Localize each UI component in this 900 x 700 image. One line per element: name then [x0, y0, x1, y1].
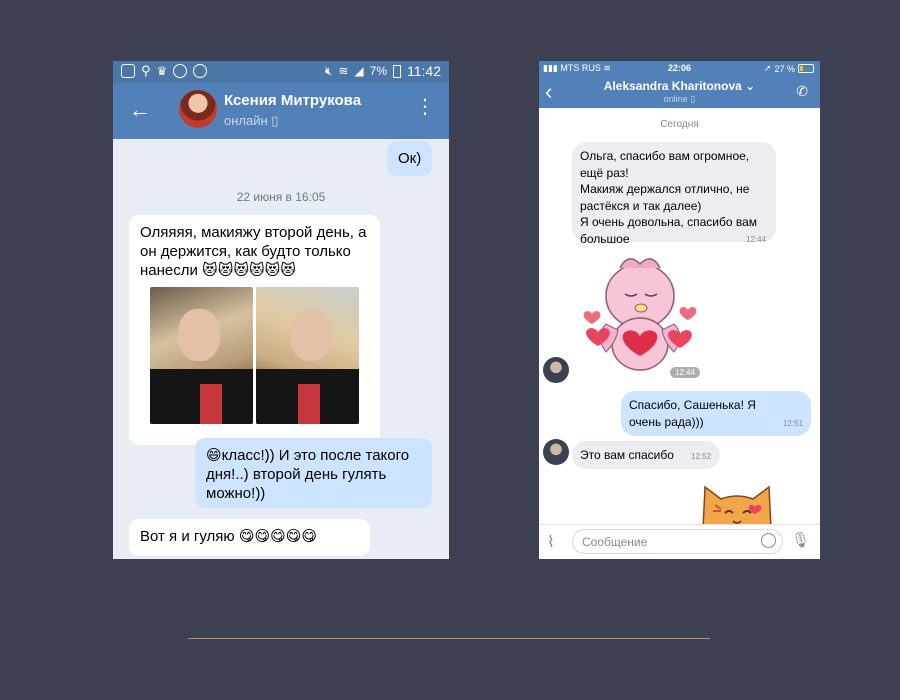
input-placeholder: Сообщение — [582, 535, 648, 549]
location-icon: ➚ — [763, 63, 772, 73]
date-separator: 22 июня в 16:05 — [236, 190, 326, 204]
mobile-icon: ▯ — [690, 94, 696, 104]
mute-icon: 🔇︎ — [324, 63, 333, 78]
instagram-icon — [193, 64, 208, 78]
mobile-icon: ▯ — [271, 113, 279, 128]
sticker-bird-hearts[interactable] — [576, 252, 701, 380]
signal-icon: ◢ — [354, 64, 364, 78]
phone-call-icon[interactable]: ✆ — [796, 83, 808, 100]
contact-status: online ▯ — [663, 94, 696, 104]
battery-icon — [393, 64, 401, 78]
message-time: 12:44 — [746, 235, 767, 244]
date-separator: Сегодня — [660, 119, 699, 130]
message-text: Ольга, спасибо вам огромное, ещё раз! Ма… — [580, 149, 758, 246]
message-incoming[interactable]: Вот я и гуляю 😋😋😋😋😋 — [129, 519, 370, 556]
status-bar: ▮▮▮ MTS RUS ≋ 22:06 ➚ 27 % — [539, 61, 820, 77]
message-text: Это вам спасибо — [580, 448, 674, 462]
message-text: Оляяяя, макияжу второй день, а он держит… — [140, 224, 367, 279]
photo-attachment[interactable] — [150, 287, 253, 424]
battery-percent: 27 % — [774, 63, 795, 74]
instagram-icon — [173, 64, 188, 78]
contact-name[interactable]: Ксения Митрукова — [224, 92, 361, 109]
chat-header: ‹ Aleksandra Kharitonova ⌄ online ▯ ✆ — [539, 77, 820, 108]
more-vertical-icon[interactable]: ⋮ — [415, 97, 435, 117]
avatar[interactable] — [543, 439, 569, 465]
message-input[interactable]: Сообщение — [572, 529, 783, 554]
battery-icon — [798, 64, 814, 73]
message-time: 12:44 — [670, 367, 701, 378]
sticker-cat[interactable] — [697, 477, 777, 529]
chevron-down-icon: ⌄ — [745, 79, 756, 93]
divider-line — [188, 638, 710, 639]
battery-percent: 7% — [369, 64, 387, 78]
back-arrow-icon[interactable]: ← — [129, 97, 151, 123]
message-outgoing[interactable]: Спасибо, Сашенька! Я очень рада))) — [621, 391, 811, 436]
chat-header: ← Ксения Митрукова онлайн ▯ ⋮ — [113, 83, 449, 139]
photo-attachment[interactable] — [256, 287, 359, 424]
message-text: Спасибо, Сашенька! Я очень рада))) — [629, 398, 756, 429]
emoji-icon[interactable] — [761, 533, 776, 548]
message-input-bar: ⌇ Сообщение 🎙︎ — [539, 524, 820, 559]
message-outgoing[interactable]: Ок) — [387, 141, 433, 176]
message-incoming[interactable]: Ольга, спасибо вам огромное, ещё раз! Ма… — [572, 142, 776, 246]
left-phone-screenshot: ⚲ ♛ 🔇︎ ≋ ◢ 7% 11:42 ← Ксения Митрукова о… — [113, 61, 449, 559]
wifi-icon: ≋ — [338, 64, 349, 78]
contact-name[interactable]: Aleksandra Kharitonova ⌄ — [539, 79, 820, 93]
attach-icon[interactable]: ⌇ — [547, 532, 555, 552]
status-time: 11:42 — [407, 63, 441, 79]
avatar[interactable] — [179, 90, 217, 128]
status-bar: ⚲ ♛ 🔇︎ ≋ ◢ 7% 11:42 — [113, 61, 449, 83]
avatar[interactable] — [543, 357, 569, 383]
contact-status: онлайн ▯ — [224, 113, 279, 128]
crown-icon: ♛ — [156, 64, 168, 78]
message-time: 12:52 — [691, 452, 712, 461]
message-time: 12:51 — [783, 419, 804, 428]
notification-icon — [121, 64, 135, 78]
search-icon: ⚲ — [141, 63, 151, 78]
message-outgoing[interactable]: 😄класс!)) И это после такого дня!..) вто… — [195, 438, 432, 508]
microphone-icon[interactable]: 🎙︎ — [791, 531, 810, 549]
right-phone-screenshot: ▮▮▮ MTS RUS ≋ 22:06 ➚ 27 % ‹ Aleksandra … — [539, 61, 820, 559]
